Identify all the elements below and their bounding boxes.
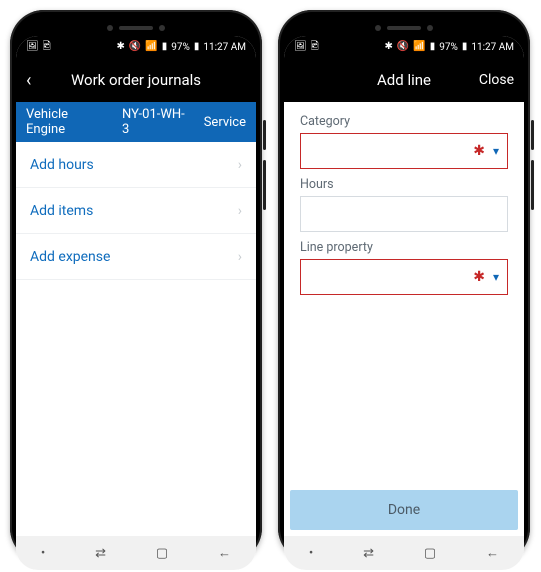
list-item-label: Add expense	[30, 249, 110, 265]
wifi-icon: 📶	[413, 42, 425, 52]
hours-label: Hours	[284, 169, 524, 196]
status-bar: 🖼 🖻 ✱ 🔇 📶 ▮ 97% ▮ 11:27 AM	[284, 36, 524, 58]
line-property-label: Line property	[284, 232, 524, 259]
context-ref: NY-01-WH-3	[122, 107, 192, 137]
context-entity: Vehicle Engine	[26, 107, 110, 137]
chevron-right-icon: ›	[238, 157, 242, 173]
wifi-icon: 📶	[145, 42, 157, 52]
close-button[interactable]: Close	[479, 72, 514, 88]
nav-back-icon[interactable]: ←	[486, 545, 499, 561]
battery-icon: ▮	[194, 42, 200, 52]
notif-icon: 🖻	[43, 42, 51, 52]
add-hours-item[interactable]: Add hours ›	[16, 142, 256, 188]
list-item-label: Add hours	[30, 157, 94, 173]
required-icon: ✱	[473, 143, 485, 159]
chevron-down-icon: ▾	[493, 270, 499, 284]
app-bar: ‹ Work order journals	[16, 58, 256, 102]
status-bar: 🖼 🖻 ✱ 🔇 📶 ▮ 97% ▮ 11:27 AM	[16, 36, 256, 58]
mute-icon: 🔇	[397, 42, 409, 52]
side-button	[263, 160, 266, 210]
sensor-bar	[284, 20, 524, 36]
add-items-item[interactable]: Add items ›	[16, 188, 256, 234]
sensor-bar	[16, 20, 256, 36]
context-bar: Vehicle Engine NY-01-WH-3 Service	[16, 102, 256, 142]
battery-text: 97%	[171, 42, 190, 53]
chevron-down-icon: ▾	[493, 144, 499, 158]
context-type: Service	[204, 115, 246, 130]
action-list: Add hours › Add items › Add expense ›	[16, 142, 256, 536]
screen-right: 🖼 🖻 ✱ 🔇 📶 ▮ 97% ▮ 11:27 AM Add line Clos…	[284, 36, 524, 570]
back-button[interactable]: ‹	[26, 70, 31, 91]
notif-icon: 🖼	[26, 42, 39, 52]
phone-left: 🖼 🖻 ✱ 🔇 📶 ▮ 97% ▮ 11:27 AM ‹ Work order …	[10, 10, 262, 562]
android-nav-bar: • ⇄ ▢ ←	[284, 536, 524, 570]
side-button	[531, 160, 534, 210]
chevron-right-icon: ›	[238, 249, 242, 265]
clock: 11:27 AM	[471, 42, 514, 53]
category-select[interactable]: ✱ ▾	[300, 133, 508, 169]
android-nav-bar: • ⇄ ▢ ←	[16, 536, 256, 570]
list-item-label: Add items	[30, 203, 93, 219]
add-expense-item[interactable]: Add expense ›	[16, 234, 256, 280]
done-button[interactable]: Done	[290, 490, 518, 530]
chevron-right-icon: ›	[238, 203, 242, 219]
notif-icon: 🖼	[294, 42, 307, 52]
side-button	[531, 120, 534, 150]
nav-dot-icon[interactable]: •	[309, 546, 313, 561]
hours-input[interactable]	[300, 196, 508, 232]
nav-recents-icon[interactable]: ⇄	[95, 546, 106, 561]
required-icon: ✱	[473, 269, 485, 285]
nav-home-icon[interactable]: ▢	[156, 546, 168, 561]
screen-left: 🖼 🖻 ✱ 🔇 📶 ▮ 97% ▮ 11:27 AM ‹ Work order …	[16, 36, 256, 570]
category-label: Category	[284, 106, 524, 133]
add-line-form: Category ✱ ▾ Hours Line property ✱ ▾ Don…	[284, 102, 524, 536]
app-bar: Add line Close	[284, 58, 524, 102]
notif-icon: 🖻	[311, 42, 319, 52]
nav-home-icon[interactable]: ▢	[424, 546, 436, 561]
mute-icon: 🔇	[129, 42, 141, 52]
battery-icon: ▮	[462, 42, 468, 52]
line-property-select[interactable]: ✱ ▾	[300, 259, 508, 295]
battery-text: 97%	[439, 42, 458, 53]
page-title: Work order journals	[16, 71, 256, 89]
side-button	[263, 120, 266, 150]
signal-icon: ▮	[430, 42, 436, 52]
phone-right: 🖼 🖻 ✱ 🔇 📶 ▮ 97% ▮ 11:27 AM Add line Clos…	[278, 10, 530, 562]
nav-dot-icon[interactable]: •	[41, 546, 45, 561]
nav-recents-icon[interactable]: ⇄	[363, 546, 374, 561]
nav-back-icon[interactable]: ←	[218, 545, 231, 561]
signal-icon: ▮	[162, 42, 168, 52]
bluetooth-icon: ✱	[384, 42, 392, 52]
bluetooth-icon: ✱	[116, 42, 124, 52]
clock: 11:27 AM	[203, 42, 246, 53]
